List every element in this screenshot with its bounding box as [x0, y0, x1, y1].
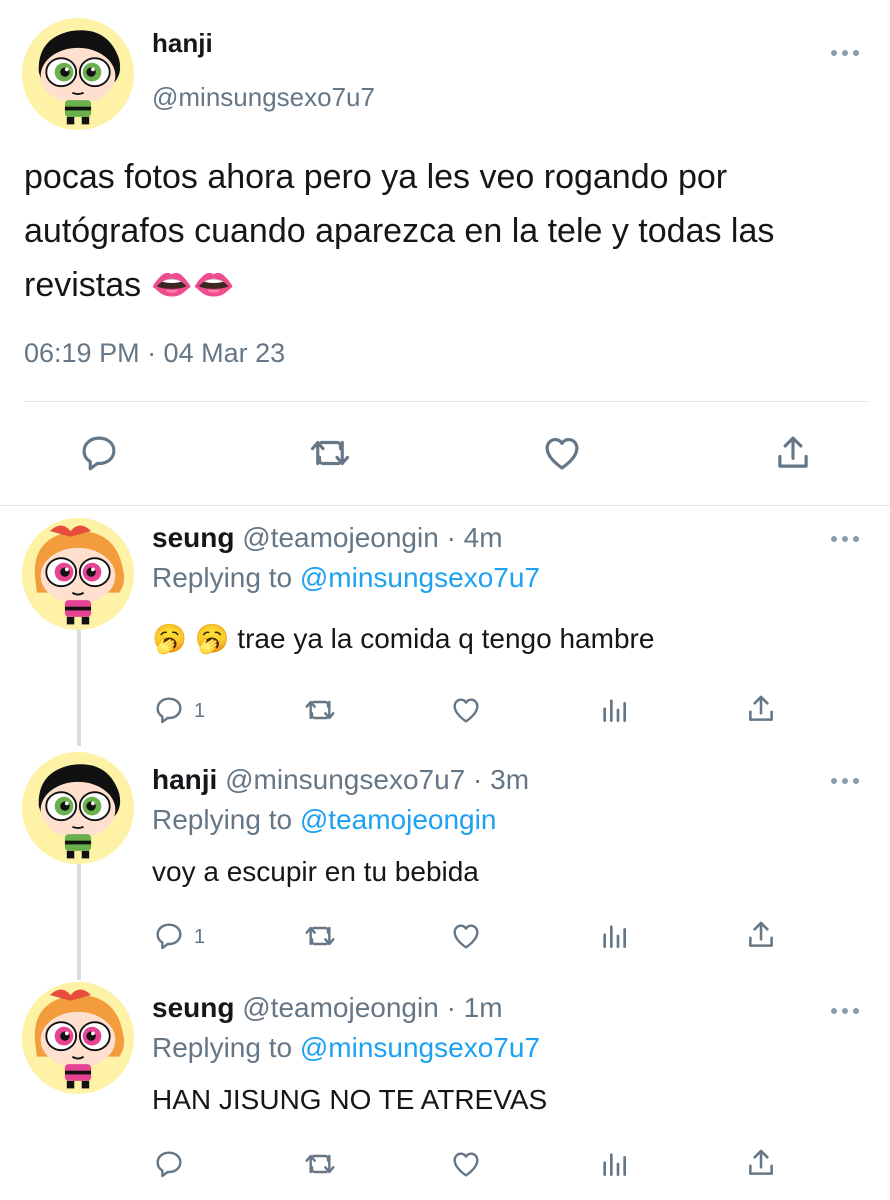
retweet-icon[interactable]	[302, 694, 338, 726]
share-icon[interactable]	[772, 432, 814, 474]
more-options-icon[interactable]	[828, 776, 862, 786]
thread-line	[77, 862, 81, 980]
replying-to-label: Replying to	[152, 804, 293, 835]
divider	[24, 401, 868, 402]
retweet-icon[interactable]	[302, 920, 338, 952]
stats-icon[interactable]	[598, 694, 630, 726]
replying-to-link[interactable]: @teamojeongin	[300, 804, 497, 835]
more-options-icon[interactable]	[828, 534, 862, 544]
replying-to-label: Replying to	[152, 562, 293, 593]
share-icon[interactable]	[744, 918, 778, 952]
reply-time[interactable]: · 3m	[473, 764, 529, 795]
reply-display-name[interactable]: hanji	[152, 764, 217, 795]
main-tweet-text: pocas fotos ahora pero ya les veo rogand…	[24, 158, 775, 304]
main-tweet-handle[interactable]: @minsungsexo7u7	[152, 82, 375, 113]
reply-text: 🥱 🥱 trae ya la comida q tengo hambre	[152, 623, 655, 654]
replying-to-label: Replying to	[152, 1032, 293, 1063]
stats-icon[interactable]	[598, 920, 630, 952]
buttercup-avatar[interactable]	[22, 752, 134, 864]
replying-to-link[interactable]: @minsungsexo7u7	[300, 562, 540, 593]
share-icon[interactable]	[744, 1146, 778, 1180]
reply-handle[interactable]: @minsungsexo7u7	[225, 764, 465, 795]
divider	[0, 505, 890, 506]
buttercup-avatar[interactable]	[22, 18, 134, 130]
retweet-icon[interactable]	[308, 432, 352, 474]
share-icon[interactable]	[744, 692, 778, 726]
reply-time[interactable]: · 1m	[447, 992, 503, 1023]
reply-handle[interactable]: @teamojeongin	[242, 992, 439, 1023]
reply-display-name[interactable]: seung	[152, 992, 234, 1023]
replying-to: Replying to @minsungsexo7u7	[152, 1032, 540, 1064]
reply-count: 1	[194, 926, 206, 948]
retweet-icon[interactable]	[302, 1148, 338, 1180]
reply-icon[interactable]	[152, 694, 186, 726]
like-icon[interactable]	[448, 920, 484, 952]
reply-header: seung @teamojeongin · 4m	[152, 522, 503, 554]
reply-count: 1	[194, 700, 206, 722]
replying-to: Replying to @teamojeongin	[152, 804, 496, 836]
reply-text: voy a escupir en tu bebida	[152, 856, 479, 887]
reply-display-name[interactable]: seung	[152, 522, 234, 553]
more-options-icon[interactable]	[828, 1006, 862, 1016]
stats-icon[interactable]	[598, 1148, 630, 1180]
like-icon[interactable]	[448, 694, 484, 726]
thread-line	[77, 628, 81, 746]
reply-time[interactable]: · 4m	[447, 522, 503, 553]
more-options-icon[interactable]	[828, 48, 862, 58]
reply-icon[interactable]	[78, 432, 120, 474]
reply-header: seung @teamojeongin · 1m	[152, 992, 503, 1024]
reply-icon[interactable]	[152, 920, 186, 952]
reply-header: hanji @minsungsexo7u7 · 3m	[152, 764, 529, 796]
blossom-avatar[interactable]	[22, 982, 134, 1094]
main-tweet-timestamp[interactable]: 06:19 PM · 04 Mar 23	[24, 338, 285, 369]
blossom-avatar[interactable]	[22, 518, 134, 630]
reply-handle[interactable]: @teamojeongin	[242, 522, 439, 553]
replying-to: Replying to @minsungsexo7u7	[152, 562, 540, 594]
like-icon[interactable]	[540, 432, 584, 474]
main-tweet-display-name[interactable]: hanji	[152, 28, 213, 59]
replying-to-link[interactable]: @minsungsexo7u7	[300, 1032, 540, 1063]
like-icon[interactable]	[448, 1148, 484, 1180]
reply-icon[interactable]	[152, 1148, 186, 1180]
reply-text: HAN JISUNG NO TE ATREVAS	[152, 1084, 548, 1115]
